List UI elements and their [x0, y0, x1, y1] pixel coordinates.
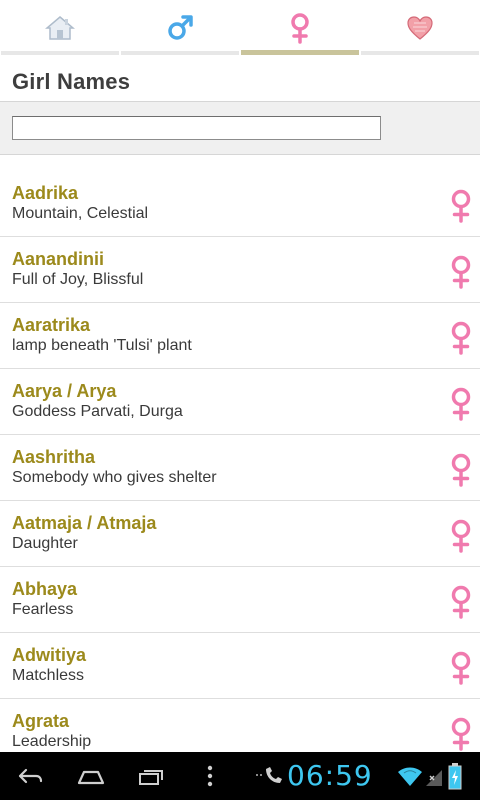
search-bar [0, 101, 480, 155]
name-title: Aatmaja / Atmaja [12, 513, 157, 533]
name-meaning: Daughter [12, 535, 78, 552]
female-symbol-icon [451, 651, 471, 685]
name-meaning: Full of Joy, Blissful [12, 271, 144, 288]
name-meaning: Somebody who gives shelter [12, 469, 217, 486]
heart-icon [407, 15, 433, 40]
system-bar: 06:59 [0, 752, 480, 800]
name-meaning: Matchless [12, 667, 85, 684]
list-item[interactable]: Aanandinii Full of Joy, Blissful [0, 237, 480, 303]
tab-boy-names[interactable] [120, 0, 240, 55]
list-item[interactable]: Aashritha Somebody who gives shelter [0, 435, 480, 501]
name-title: Aashritha [12, 447, 96, 467]
female-symbol-icon [291, 12, 309, 44]
female-symbol-icon [451, 255, 471, 289]
list-item[interactable]: Adwitiya Matchless [0, 633, 480, 699]
menu-icon[interactable] [205, 764, 215, 788]
back-icon[interactable] [16, 764, 44, 788]
female-symbol-icon [451, 717, 471, 751]
home-nav-icon[interactable] [76, 764, 106, 788]
name-meaning: Goddess Parvati, Durga [12, 403, 183, 420]
tab-girl-names[interactable] [240, 0, 360, 55]
wifi-icon [398, 767, 422, 786]
page-title: Girl Names [12, 69, 131, 94]
name-meaning: Fearless [12, 601, 74, 618]
name-title: Adwitiya [12, 645, 87, 665]
list-item[interactable]: Aaratrika lamp beneath 'Tulsi' plant [0, 303, 480, 369]
battery-icon [448, 763, 462, 790]
list-item[interactable]: Agrata Leadership [0, 699, 480, 752]
name-title: Aaratrika [12, 315, 91, 335]
female-symbol-icon [451, 387, 471, 421]
phone-icon [256, 767, 282, 783]
name-title: Agrata [12, 711, 70, 731]
tab-bar [0, 0, 480, 55]
list-item[interactable]: Aarya / Arya Goddess Parvati, Durga [0, 369, 480, 435]
tab-home[interactable] [0, 0, 120, 55]
name-list[interactable]: Aadrika Mountain, Celestial Aanandinii Full… [0, 171, 480, 752]
list-item[interactable]: Aadrika Mountain, Celestial [0, 171, 480, 237]
name-meaning: lamp beneath 'Tulsi' plant [12, 337, 192, 354]
male-symbol-icon [168, 14, 193, 40]
list-item[interactable]: Abhaya Fearless [0, 567, 480, 633]
female-symbol-icon [451, 519, 471, 553]
status-time: 06:59 [287, 759, 373, 792]
recent-apps-icon[interactable] [136, 764, 166, 788]
list-item[interactable]: Aatmaja / Atmaja Daughter [0, 501, 480, 567]
tab-favorites[interactable] [360, 0, 480, 55]
name-meaning: Mountain, Celestial [12, 205, 149, 222]
name-title: Aanandinii [12, 249, 105, 269]
female-symbol-icon [451, 585, 471, 619]
female-symbol-icon [451, 453, 471, 487]
home-icon [45, 15, 75, 40]
name-meaning: Leadership [12, 733, 92, 750]
signal-icon [426, 770, 442, 786]
search-input[interactable] [12, 116, 381, 140]
female-symbol-icon [451, 321, 471, 355]
name-title: Abhaya [12, 579, 78, 599]
name-title: Aadrika [12, 183, 79, 203]
female-symbol-icon [451, 189, 471, 223]
name-title: Aarya / Arya [12, 381, 117, 401]
